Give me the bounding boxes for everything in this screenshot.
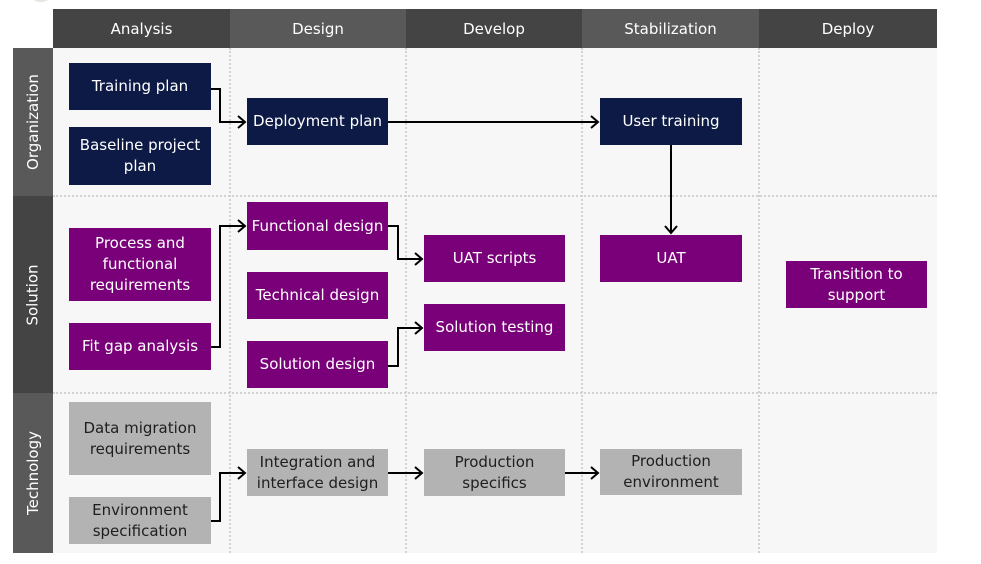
- box-data-migration-requirements[interactable]: Data migration requirements: [69, 402, 211, 475]
- box-technical-design[interactable]: Technical design: [247, 272, 388, 319]
- box-integration-interface-design[interactable]: Integration and interface design: [247, 449, 388, 496]
- box-fit-gap-analysis[interactable]: Fit gap analysis: [69, 323, 211, 370]
- box-solution-testing[interactable]: Solution testing: [424, 304, 565, 351]
- phase-header-develop: Develop: [406, 9, 582, 48]
- column-divider: [581, 48, 583, 553]
- decorative-circle: [28, 0, 54, 2]
- box-functional-design[interactable]: Functional design: [247, 202, 388, 250]
- box-transition-to-support[interactable]: Transition to support: [786, 261, 927, 308]
- box-baseline-project-plan[interactable]: Baseline project plan: [69, 127, 211, 185]
- column-divider: [229, 48, 231, 553]
- box-process-functional-requirements[interactable]: Process and functional requirements: [69, 228, 211, 301]
- box-uat-scripts[interactable]: UAT scripts: [424, 235, 565, 282]
- box-production-environment[interactable]: Production environment: [600, 449, 742, 495]
- phase-header-stabilization: Stabilization: [582, 9, 759, 48]
- box-user-training[interactable]: User training: [600, 98, 742, 145]
- lane-label-organization: Organization: [24, 74, 42, 170]
- phase-header-design: Design: [230, 9, 406, 48]
- phase-header-deploy: Deploy: [759, 9, 937, 48]
- lane-divider: [53, 195, 937, 197]
- lane-header-solution: Solution: [13, 196, 53, 393]
- box-production-specifics[interactable]: Production specifics: [424, 449, 565, 496]
- lane-header-organization: Organization: [13, 48, 53, 196]
- phase-header-analysis: Analysis: [53, 9, 230, 48]
- lane-divider: [53, 392, 937, 394]
- box-uat[interactable]: UAT: [600, 235, 742, 282]
- column-divider: [405, 48, 407, 553]
- box-deployment-plan[interactable]: Deployment plan: [247, 98, 388, 145]
- lane-label-technology: Technology: [24, 430, 42, 516]
- box-environment-specification[interactable]: Environment specification: [69, 497, 211, 544]
- lane-header-technology: Technology: [13, 393, 53, 553]
- box-solution-design[interactable]: Solution design: [247, 341, 388, 388]
- box-training-plan[interactable]: Training plan: [69, 63, 211, 110]
- lane-label-solution: Solution: [24, 263, 43, 326]
- column-divider: [758, 48, 760, 553]
